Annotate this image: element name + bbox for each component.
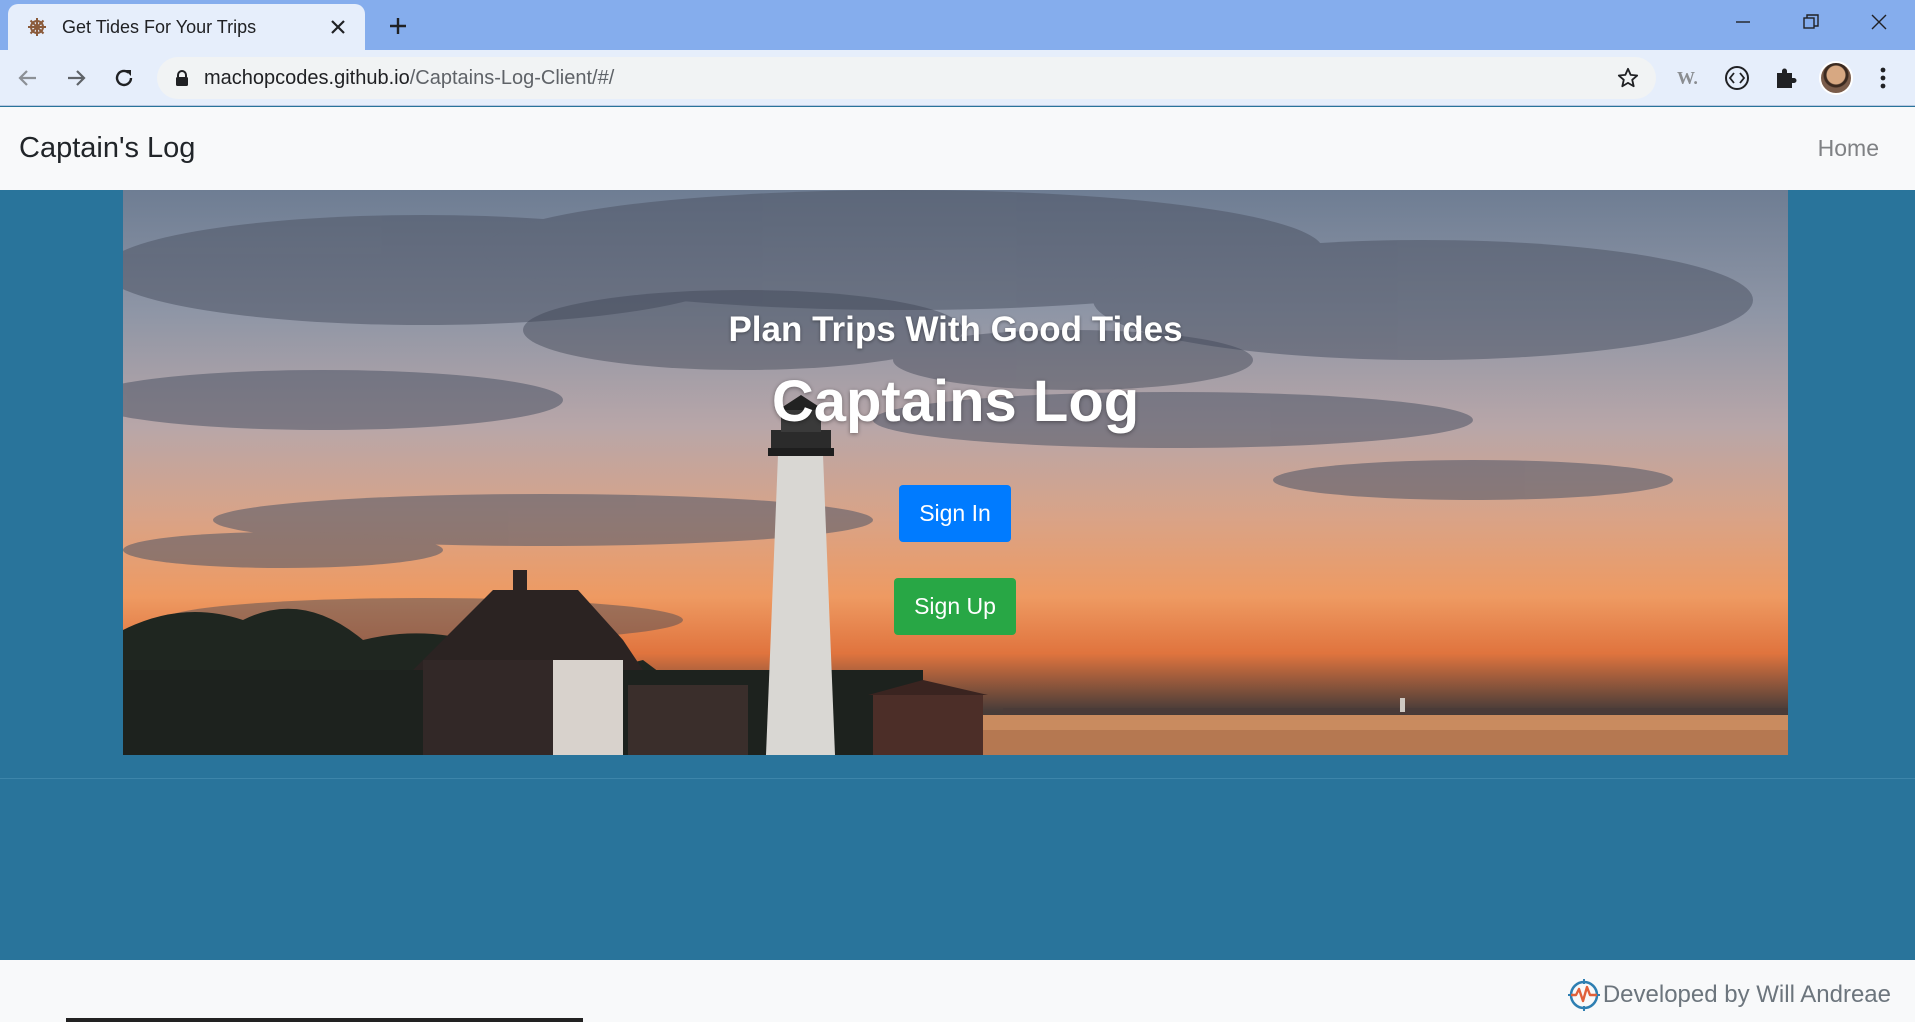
lock-icon[interactable] — [174, 69, 190, 87]
svg-text:W.: W. — [1677, 68, 1698, 88]
close-icon[interactable] — [325, 14, 351, 40]
hero-subtitle: Plan Trips With Good Tides — [728, 310, 1183, 349]
back-icon[interactable] — [12, 62, 44, 94]
sign-in-button[interactable]: Sign In — [899, 485, 1011, 542]
star-icon[interactable] — [1608, 58, 1648, 98]
forward-icon[interactable] — [60, 62, 92, 94]
address-bar[interactable]: machopcodes.github.io/Captains-Log-Clien… — [157, 57, 1656, 99]
url-text[interactable]: machopcodes.github.io/Captains-Log-Clien… — [204, 67, 1608, 90]
avatar[interactable] — [1819, 61, 1853, 95]
plus-icon[interactable] — [382, 10, 414, 42]
url-path: /Captains-Log-Client/#/ — [409, 66, 615, 89]
reload-icon[interactable] — [108, 62, 140, 94]
footer-credit-text: Developed by Will Andreae — [1602, 981, 1891, 1008]
horizontal-scrollbar[interactable] — [66, 1018, 583, 1022]
puzzle-icon[interactable] — [1769, 62, 1801, 94]
section-divider — [0, 778, 1915, 779]
browser-tab[interactable]: Get Tides For Your Trips — [8, 4, 365, 50]
kebab-menu-icon[interactable] — [1867, 62, 1899, 94]
url-host: machopcodes.github.io — [204, 66, 410, 89]
site-footer: Developed by Will Andreae — [0, 960, 1915, 1022]
tab-title: Get Tides For Your Trips — [62, 16, 257, 37]
sign-up-button[interactable]: Sign Up — [894, 578, 1016, 635]
site-navbar: Captain's Log Home — [0, 107, 1915, 190]
browser-toolbar: machopcodes.github.io/Captains-Log-Clien… — [0, 50, 1915, 106]
developer-logo-icon — [1567, 979, 1600, 1011]
nav-link-home[interactable]: Home — [1818, 135, 1879, 162]
close-window-icon[interactable] — [1845, 0, 1913, 44]
w-extension-icon[interactable]: W. — [1673, 62, 1705, 94]
navbar-brand[interactable]: Captain's Log — [19, 132, 195, 165]
settings-wheel-icon — [26, 16, 48, 38]
minimize-icon[interactable] — [1709, 0, 1777, 44]
lighthouse-sunset-image — [123, 190, 1788, 755]
footer-credit[interactable]: Developed by Will Andreae — [1567, 978, 1891, 1012]
restore-icon[interactable] — [1777, 0, 1845, 44]
tab-strip: Get Tides For Your Trips — [0, 0, 1915, 50]
hero-title: Captains Log — [771, 369, 1140, 434]
hero-banner: Plan Trips With Good Tides Captains Log … — [123, 190, 1788, 755]
code-extension-icon[interactable] — [1721, 62, 1753, 94]
